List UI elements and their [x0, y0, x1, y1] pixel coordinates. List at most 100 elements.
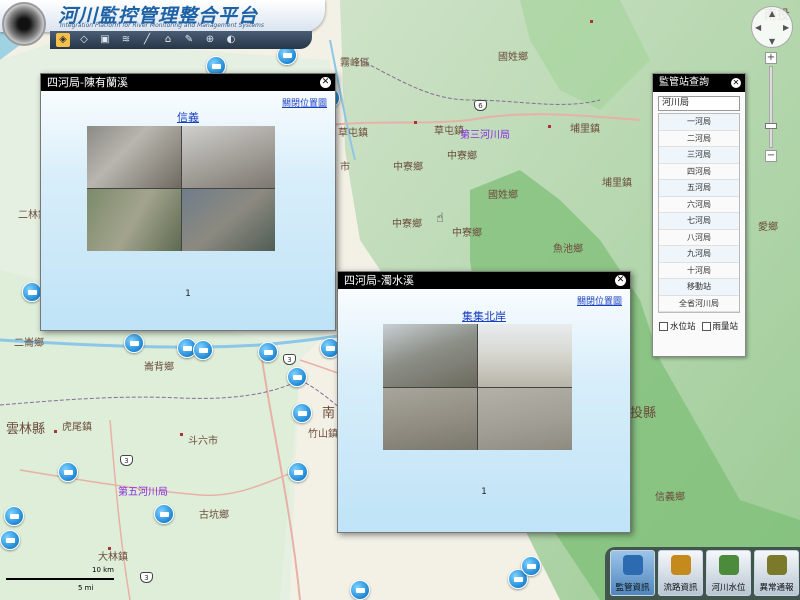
cctv-popup: 四河局-陳有蘭溪 ✕ 關閉位置圖 信義 1 — [40, 73, 336, 331]
camera-feed-image[interactable] — [478, 387, 572, 450]
toggle-tool-icon[interactable]: ◐ — [224, 33, 238, 47]
page-number: 1 — [185, 289, 191, 299]
bureau-list-item[interactable]: 四河局 — [659, 164, 739, 180]
camera-station-icon[interactable] — [0, 530, 20, 550]
route-shield: 3 — [120, 455, 133, 466]
camera-station-icon[interactable] — [154, 504, 174, 524]
place-label: 斗六市 — [188, 436, 218, 447]
close-icon[interactable]: ✕ — [731, 78, 741, 88]
zoom-in-button[interactable]: + — [765, 52, 777, 64]
map-tool-icon[interactable]: ▣ — [98, 33, 112, 47]
camera-station-icon[interactable] — [287, 367, 307, 387]
monitoring-info-button[interactable]: 監管資訊 — [610, 550, 655, 596]
camera-station-icon[interactable] — [22, 282, 42, 302]
stack-tool-icon[interactable]: ≋ — [119, 33, 133, 47]
camera-station-icon[interactable] — [193, 340, 213, 360]
camera-image-grid[interactable] — [383, 324, 572, 450]
pan-west-icon[interactable]: ◀ — [755, 23, 761, 32]
checkbox-label: 水位站 — [670, 322, 696, 332]
measure-tool-icon[interactable]: ✎ — [182, 33, 196, 47]
bureau-list-item[interactable]: 七河局 — [659, 213, 739, 230]
bureau-list-item[interactable]: 十河局 — [659, 263, 739, 279]
checkbox-box[interactable] — [659, 322, 668, 331]
popup-title-bar: 四河局-濁水溪 ✕ — [338, 272, 630, 289]
close-icon[interactable]: ✕ — [320, 77, 331, 88]
camera-feed-image[interactable] — [478, 324, 572, 387]
place-label: 大林鎮 — [98, 552, 128, 563]
cctv-popup: 四河局-濁水溪 ✕ 關閉位置圖 集集北岸 1 — [337, 271, 631, 533]
move-tool-icon[interactable]: ◇ — [77, 33, 91, 47]
camera-station-icon[interactable] — [292, 403, 312, 423]
camera-feed-image[interactable] — [383, 324, 477, 387]
zoom-track[interactable] — [765, 66, 777, 148]
map-toolbar: ◈ ◇ ▣ ≋ ╱ ⌂ ✎ ⊕ ◐ — [50, 31, 312, 49]
water-level-checkbox[interactable]: 水位站 — [659, 320, 696, 332]
zoom-out-button[interactable]: − — [765, 150, 777, 162]
close-location-map-link[interactable]: 關閉位置圖 — [577, 294, 622, 307]
rainfall-checkbox[interactable]: 雨量站 — [701, 320, 738, 332]
camera-feed-image[interactable] — [181, 189, 275, 251]
camera-feed-image[interactable] — [383, 387, 477, 450]
bureau-list-item[interactable]: 全省河川局 — [659, 296, 739, 312]
camera-feed-image[interactable] — [181, 126, 275, 188]
scale-major-label: 10 km — [92, 566, 115, 574]
station-name-link[interactable]: 集集北岸 — [338, 308, 630, 324]
zoom-handle[interactable] — [765, 123, 777, 129]
bureau-list: 一河局 二河局 三河局 四河局 五河局 六河局 七河局 八河局 九河局 十河局 … — [658, 113, 740, 313]
place-label: 中寮鄉 — [392, 219, 422, 230]
popup-title: 四河局-濁水溪 — [344, 274, 414, 287]
bureau-list-item[interactable]: 九河局 — [659, 246, 739, 263]
layer-tool-icon[interactable]: ◈ — [56, 33, 70, 47]
app-subtitle: Integration Platform for River Monitorin… — [60, 22, 265, 29]
pan-north-icon[interactable]: ▲ — [769, 9, 775, 18]
bureau-list-item[interactable]: 移動站 — [659, 279, 739, 296]
category-select[interactable]: 河川局 — [658, 96, 740, 111]
river-level-button[interactable]: 河川水位 — [706, 550, 751, 596]
route-shield: 3 — [283, 354, 296, 365]
bureau-list-item[interactable]: 三河局 — [659, 147, 739, 164]
place-label: 國姓鄉 — [498, 52, 528, 63]
close-icon[interactable]: ✕ — [615, 275, 626, 286]
bureau-list-item[interactable]: 一河局 — [659, 114, 739, 131]
area-tool-icon[interactable]: ⌂ — [161, 33, 175, 47]
place-label: 南 — [322, 406, 336, 421]
camera-feed-image[interactable] — [87, 126, 181, 188]
zoom-slider[interactable]: + − — [765, 52, 777, 164]
place-label: 投縣 — [630, 406, 657, 421]
place-label: 愛鄉 — [758, 222, 778, 233]
bureau-list-item[interactable]: 五河局 — [659, 180, 739, 197]
place-label: 市 — [340, 162, 350, 173]
camera-feed-image[interactable] — [87, 189, 181, 251]
draw-tool-icon[interactable]: ╱ — [140, 33, 154, 47]
camera-station-icon[interactable] — [521, 556, 541, 576]
locate-tool-icon[interactable]: ⊕ — [203, 33, 217, 47]
pan-east-icon[interactable]: ▶ — [783, 23, 789, 32]
station-name-link[interactable]: 信義 — [41, 109, 335, 125]
close-location-map-link[interactable]: 關閉位置圖 — [282, 96, 327, 109]
camera-station-icon[interactable] — [124, 333, 144, 353]
bureau-list-item[interactable]: 八河局 — [659, 230, 739, 246]
place-label: 信義鄉 — [655, 492, 685, 503]
place-label: 雲林縣 — [6, 422, 46, 437]
camera-image-grid[interactable] — [87, 126, 275, 251]
place-label: 二崙鄉 — [14, 338, 44, 349]
camera-station-icon[interactable] — [4, 506, 24, 526]
place-label: 埔里鎮 — [570, 124, 600, 135]
camera-station-icon[interactable] — [350, 580, 370, 600]
place-label-river-bureau: 第五河川局 — [118, 487, 168, 498]
camera-station-icon[interactable] — [58, 462, 78, 482]
camera-station-icon[interactable] — [288, 462, 308, 482]
place-label: 古坑鄉 — [199, 510, 229, 521]
camera-station-icon[interactable] — [258, 342, 278, 362]
river-level-icon — [719, 555, 739, 575]
pan-south-icon[interactable]: ▼ — [769, 37, 775, 46]
camera-lens-logo — [2, 2, 46, 46]
bureau-list-item[interactable]: 二河局 — [659, 131, 739, 147]
flow-info-button[interactable]: 流路資訊 — [658, 550, 703, 596]
button-label: 異常通報 — [759, 583, 794, 593]
panel-title: 監管站查詢 — [659, 77, 709, 88]
checkbox-box[interactable] — [701, 322, 711, 331]
pan-control[interactable]: ▲ ▼ ◀ ▶ — [751, 6, 793, 48]
anomaly-report-button[interactable]: 異常通報 — [754, 550, 799, 596]
bureau-list-item[interactable]: 六河局 — [659, 197, 739, 213]
